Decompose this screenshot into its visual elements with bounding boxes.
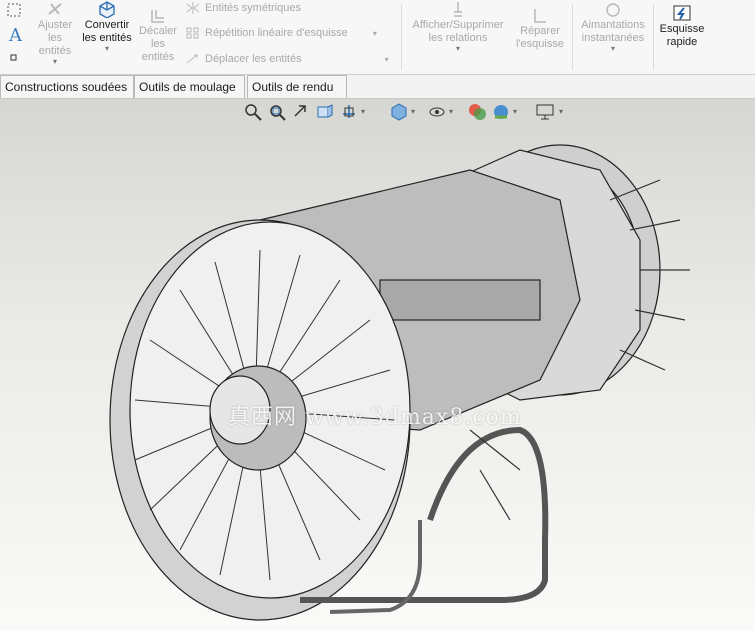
section-view-icon[interactable] xyxy=(315,102,335,122)
mirror-label: Entités symétriques xyxy=(205,2,301,14)
jet-engine-model[interactable] xyxy=(0,99,755,631)
repair-icon xyxy=(534,9,546,23)
text-sketch-icon[interactable]: A xyxy=(6,23,26,46)
tab-outils-de-rendu[interactable]: Outils de rendu xyxy=(247,75,347,98)
offset-entities-button[interactable]: Décaler les entités xyxy=(136,6,180,64)
hide-show-items-icon[interactable] xyxy=(427,102,447,122)
convert-cube-icon xyxy=(99,1,115,18)
zoom-to-area-icon[interactable] xyxy=(267,102,287,122)
watermark-text: 真西网 www.3dmax8.com xyxy=(228,405,522,430)
linear-pattern-button[interactable]: Répétition linéaire d'esquisse ▾ xyxy=(186,27,377,39)
quick-snaps-label: Aimantations instantanées xyxy=(581,19,645,44)
move-label: Déplacer les entités xyxy=(205,53,302,65)
display-style-icon[interactable] xyxy=(389,102,409,122)
command-ribbon: A Ajuster les entités ▾ Convertir les en… xyxy=(0,0,755,75)
quick-snaps-button[interactable]: Aimantations instantanées ▾ xyxy=(576,0,650,53)
ribbon-separator xyxy=(401,4,402,70)
repair-label: Réparer l'esquisse xyxy=(516,25,564,50)
sketch-tools-column: A xyxy=(6,2,26,71)
chevron-down-icon: ▾ xyxy=(455,44,460,53)
chevron-down-icon[interactable]: ▾ xyxy=(361,102,369,122)
command-manager-tabs: Constructions soudées Outils de moulage … xyxy=(0,75,755,99)
chevron-down-icon: ▾ xyxy=(610,44,615,53)
repair-sketch-button[interactable]: Réparer l'esquisse xyxy=(512,6,568,51)
view-settings-monitor-icon[interactable] xyxy=(535,102,555,122)
trim-entities-button[interactable]: Ajuster les entités ▾ xyxy=(33,0,77,66)
rapid-sketch-button[interactable]: Esquisse rapide xyxy=(657,4,707,49)
move-entities-button[interactable]: Déplacer les entités ▾ xyxy=(186,53,389,65)
apply-scene-icon[interactable] xyxy=(491,102,511,122)
relations-label: Afficher/Supprimer les relations xyxy=(412,19,504,44)
trim-label: Ajuster les entités xyxy=(37,19,73,57)
chevron-down-icon[interactable]: ▾ xyxy=(373,29,377,38)
linear-pattern-label: Répétition linéaire d'esquisse xyxy=(205,27,348,39)
rectangle-select-icon[interactable] xyxy=(6,2,22,18)
linear-pattern-icon xyxy=(186,27,199,39)
ribbon-separator xyxy=(653,4,654,70)
chevron-down-icon: ▾ xyxy=(52,57,57,66)
tab-constructions-soudees[interactable]: Constructions soudées xyxy=(0,75,134,98)
chevron-down-icon: ▾ xyxy=(104,44,109,53)
offset-icon xyxy=(151,10,164,23)
chevron-down-icon[interactable]: ▾ xyxy=(559,102,567,122)
offset-label: Décaler les entités xyxy=(139,25,177,63)
snap-icon xyxy=(606,3,620,17)
rapid-sketch-label: Esquisse rapide xyxy=(659,23,705,48)
edit-appearance-icon[interactable] xyxy=(467,102,487,122)
svg-text:A: A xyxy=(8,25,23,45)
display-relations-button[interactable]: Afficher/Supprimer les relations ▾ xyxy=(408,0,508,53)
zoom-to-fit-icon[interactable] xyxy=(243,102,263,122)
convert-entities-button[interactable]: Convertir les entités ▾ xyxy=(82,0,132,53)
move-icon xyxy=(186,54,198,64)
ribbon-separator xyxy=(572,4,573,70)
previous-view-icon[interactable] xyxy=(291,102,311,122)
chevron-down-icon[interactable]: ▾ xyxy=(513,102,521,122)
chevron-down-icon[interactable]: ▾ xyxy=(385,55,389,64)
chevron-down-icon[interactable]: ▾ xyxy=(449,102,457,122)
point-icon[interactable] xyxy=(6,50,22,66)
graphics-viewport[interactable]: 真西网 www.3dmax8.com xyxy=(0,99,755,631)
mirror-entities-button[interactable]: Entités symétriques xyxy=(186,2,301,15)
relations-icon xyxy=(454,2,462,17)
chevron-down-icon[interactable]: ▾ xyxy=(411,102,419,122)
convert-label: Convertir les entités xyxy=(82,19,132,44)
tab-outils-de-moulage[interactable]: Outils de moulage xyxy=(134,75,245,98)
view-orientation-icon[interactable] xyxy=(339,102,359,122)
mirror-icon xyxy=(186,2,200,15)
rapid-sketch-icon xyxy=(673,5,691,21)
trim-icon xyxy=(48,3,62,15)
